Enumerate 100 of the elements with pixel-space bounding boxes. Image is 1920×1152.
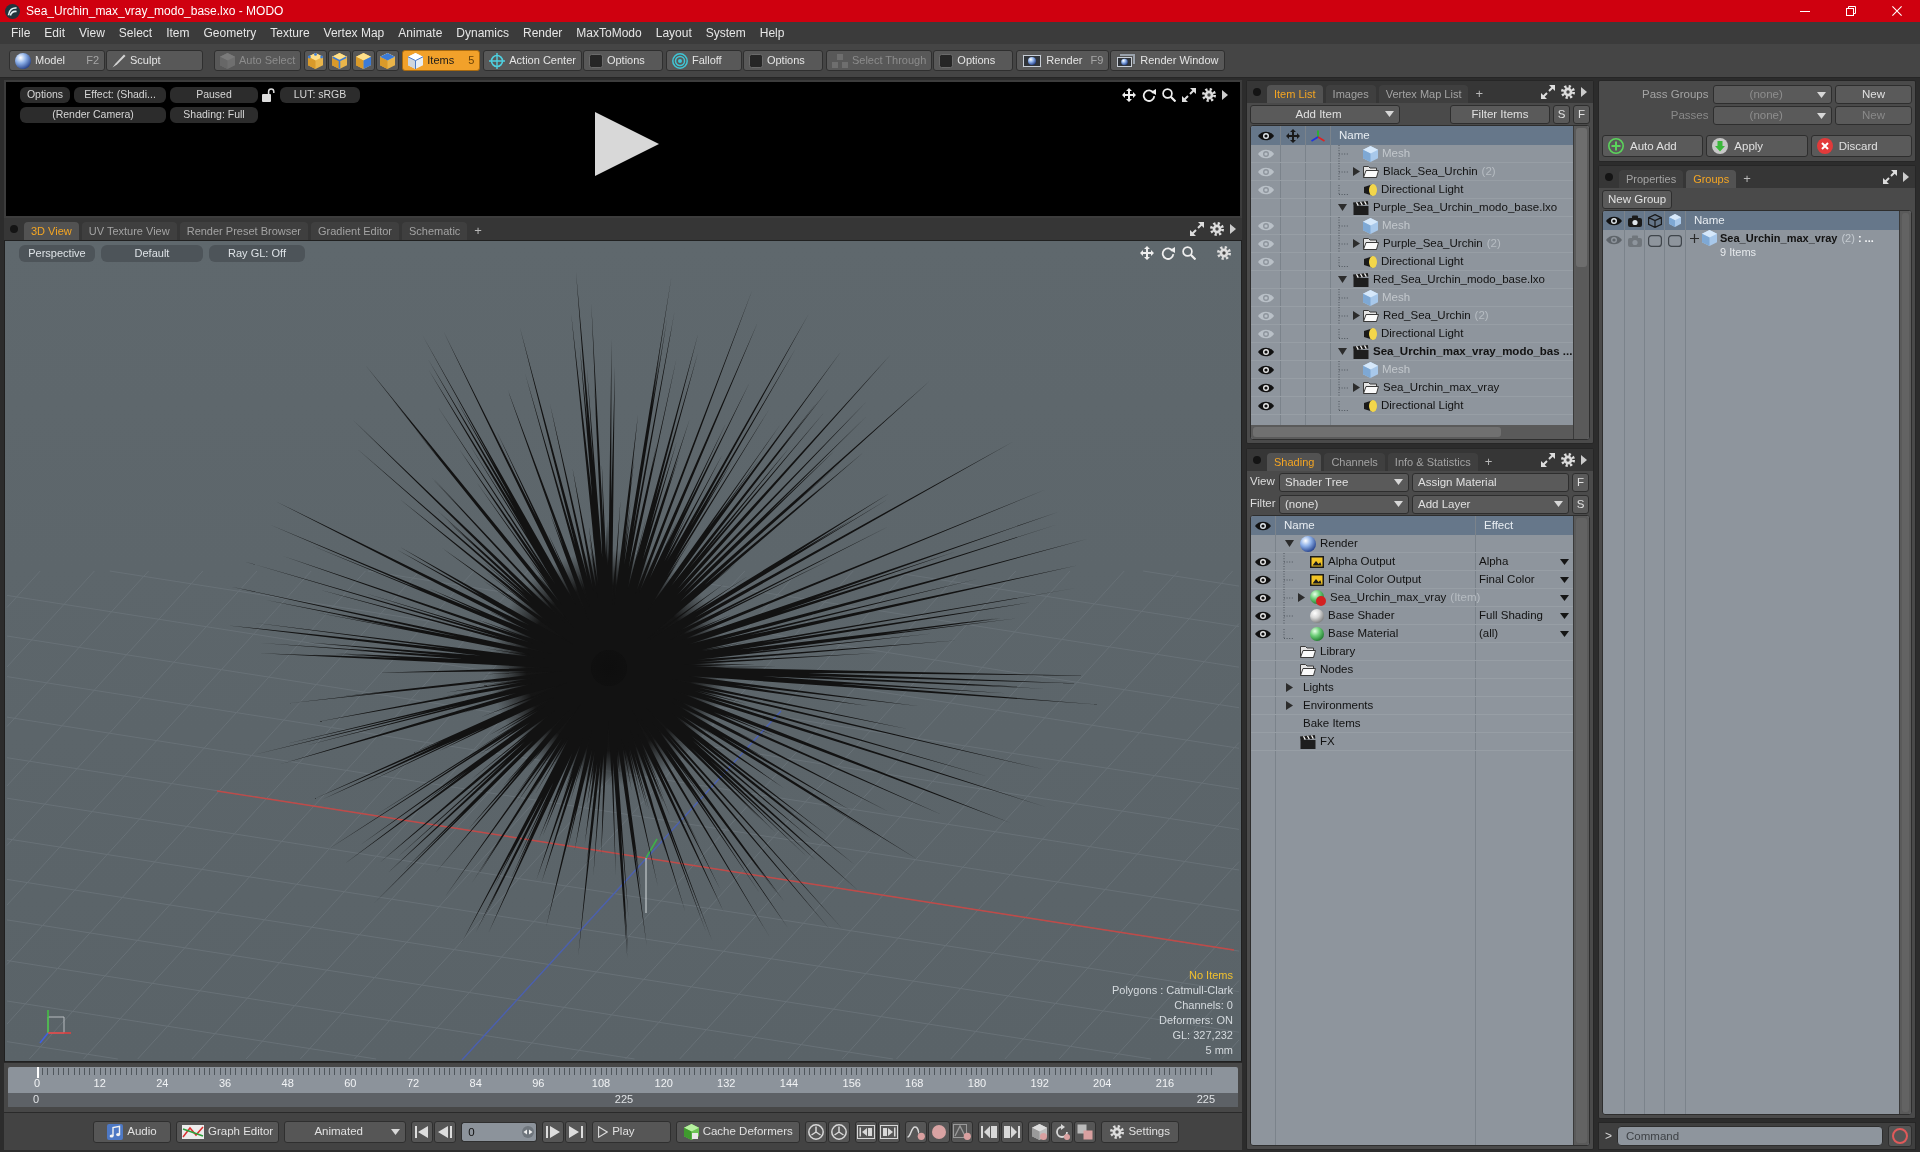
- animated-dropdown[interactable]: Animated: [284, 1120, 407, 1143]
- axes-icon[interactable]: [1311, 129, 1325, 142]
- layer-name[interactable]: Bake Items: [1303, 716, 1361, 731]
- scrollbar-thumb[interactable]: [1576, 128, 1587, 268]
- tab[interactable]: Gradient Editor: [311, 222, 399, 240]
- next-key-button[interactable]: [878, 1120, 901, 1143]
- caret-right-icon[interactable]: [1352, 239, 1360, 248]
- layer-name[interactable]: FX: [1320, 734, 1335, 749]
- preview-options-button[interactable]: Options: [20, 87, 70, 103]
- menu-item[interactable]: Dynamics: [449, 24, 516, 42]
- app-logo-icon[interactable]: [5, 3, 20, 19]
- toggle-button[interactable]: S: [1553, 104, 1570, 124]
- layer-name[interactable]: Environments: [1303, 698, 1374, 713]
- tab[interactable]: Properties: [1619, 170, 1684, 188]
- action-center-button[interactable]: Action Center: [483, 50, 582, 71]
- menu-item[interactable]: Geometry: [196, 24, 264, 42]
- panel-dot-icon[interactable]: [10, 225, 18, 233]
- effect-dropdown[interactable]: Full Shading: [1476, 607, 1573, 624]
- render-button[interactable]: Render F9: [1016, 50, 1110, 71]
- menu-item[interactable]: View: [72, 24, 112, 42]
- settings-button[interactable]: Settings: [1101, 1120, 1180, 1143]
- model-button[interactable]: Model F2: [9, 50, 105, 71]
- shading-button[interactable]: Shading: Full: [170, 107, 258, 123]
- ring-button[interactable]: [1888, 1125, 1912, 1147]
- caret-icon[interactable]: [1903, 172, 1909, 182]
- caret-right-icon[interactable]: [1285, 683, 1293, 692]
- cache-deformers-button[interactable]: Cache Deformers: [676, 1120, 801, 1143]
- rounded-square-icon[interactable]: [1668, 235, 1682, 247]
- item-name[interactable]: Directional Light: [1381, 326, 1464, 341]
- menu-item[interactable]: File: [4, 24, 38, 42]
- viewport[interactable]: Perspective Default Ray GL: Off No Items Polygons : Catmull-Clark Channels: 0 Deformers: ON GL: 327,232 5 mm: [4, 240, 1242, 1062]
- previous-frame-button[interactable]: [434, 1120, 457, 1143]
- jump-back-button[interactable]: [978, 1120, 1001, 1143]
- settings-icon[interactable]: [1561, 85, 1575, 99]
- eye-icon[interactable]: [1255, 628, 1271, 639]
- group-name[interactable]: Sea_Urchin_max_vray: [1720, 231, 1838, 245]
- effect-dropdown[interactable]: Final Color: [1476, 571, 1573, 588]
- command-field[interactable]: Command: [1617, 1126, 1883, 1146]
- menu-item[interactable]: Render: [516, 24, 570, 42]
- cube-icon[interactable]: [1669, 214, 1681, 227]
- first-frame-button[interactable]: [411, 1120, 434, 1143]
- item-name[interactable]: Purple_Sea_Urchin: [1383, 236, 1483, 251]
- column-header[interactable]: Effect: [1484, 518, 1514, 533]
- key-button[interactable]: [951, 1120, 974, 1143]
- tab[interactable]: UV Texture View: [81, 222, 177, 240]
- previous-key-button[interactable]: [855, 1120, 878, 1143]
- options-button[interactable]: Options: [582, 50, 663, 71]
- column-header[interactable]: Name: [1284, 518, 1315, 533]
- item-name[interactable]: Directional Light: [1381, 398, 1464, 413]
- falloff-button[interactable]: Falloff: [665, 50, 742, 71]
- layer-name[interactable]: Final Color Output: [1328, 572, 1422, 587]
- scrollbar-thumb[interactable]: [1253, 427, 1502, 437]
- padlock-icon[interactable]: [262, 88, 275, 102]
- maximize-icon[interactable]: [1883, 170, 1897, 184]
- item-name[interactable]: Red_Sea_Urchin: [1383, 308, 1471, 323]
- settings-icon[interactable]: [1202, 88, 1216, 102]
- viewport-option-button[interactable]: Default: [101, 245, 203, 262]
- discard-button[interactable]: Discard: [1810, 135, 1912, 157]
- panel-dot-icon[interactable]: [1605, 173, 1613, 181]
- caret-right-icon[interactable]: [1285, 701, 1293, 710]
- panel-dot-icon[interactable]: [1253, 456, 1261, 464]
- item-name[interactable]: Directional Light: [1381, 182, 1464, 197]
- viewport-option-button[interactable]: Perspective: [19, 245, 95, 262]
- settings-icon[interactable]: [1561, 453, 1575, 467]
- maximize-icon[interactable]: [1541, 85, 1555, 99]
- layer-name[interactable]: Library: [1320, 644, 1356, 659]
- filter-items-field[interactable]: Filter Items: [1450, 104, 1550, 124]
- tab[interactable]: Schematic: [402, 222, 468, 240]
- column-header[interactable]: Name: [1694, 213, 1725, 228]
- item-name[interactable]: Black_Sea_Urchin: [1383, 164, 1478, 179]
- select-mode-button[interactable]: [352, 50, 376, 71]
- menu-item[interactable]: System: [698, 24, 753, 42]
- item-name[interactable]: Sea_Urchin_max_vray_modo_bas ...: [1373, 344, 1573, 359]
- items-button[interactable]: Items 5: [402, 50, 481, 71]
- plus-icon[interactable]: [1690, 233, 1699, 243]
- caret-icon[interactable]: [1581, 87, 1587, 97]
- refresh-button[interactable]: [1051, 1120, 1074, 1143]
- lut-button[interactable]: LUT: sRGB: [280, 87, 360, 103]
- rounded-square-icon[interactable]: [1647, 235, 1662, 247]
- layer-name[interactable]: Base Material: [1328, 626, 1399, 641]
- column-header[interactable]: Name: [1339, 128, 1370, 143]
- camera-icon[interactable]: [1627, 214, 1642, 227]
- eye-icon[interactable]: [1605, 215, 1622, 226]
- item-name[interactable]: Directional Light: [1381, 254, 1464, 269]
- menu-item[interactable]: Edit: [37, 24, 73, 42]
- effect-dropdown[interactable]: (all): [1476, 625, 1573, 642]
- eye-icon[interactable]: [1257, 400, 1274, 411]
- zoom-icon[interactable]: [1162, 88, 1176, 102]
- tab[interactable]: Channels: [1324, 453, 1385, 471]
- item-name[interactable]: Sea_Urchin_max_vray: [1383, 380, 1500, 395]
- eye-icon[interactable]: [1257, 346, 1274, 357]
- eye-icon[interactable]: [1255, 520, 1271, 531]
- wheel-button[interactable]: [805, 1120, 828, 1143]
- layer-name[interactable]: Nodes: [1320, 662, 1354, 677]
- maximize-icon[interactable]: [1541, 453, 1555, 467]
- layer-name[interactable]: Render: [1320, 536, 1358, 551]
- audio-button[interactable]: Audio: [93, 1120, 171, 1143]
- item-name[interactable]: Purple_Sea_Urchin_modo_base.lxo: [1373, 200, 1558, 215]
- render-window-button[interactable]: Render Window: [1110, 50, 1225, 71]
- maximize-icon[interactable]: [1182, 88, 1196, 102]
